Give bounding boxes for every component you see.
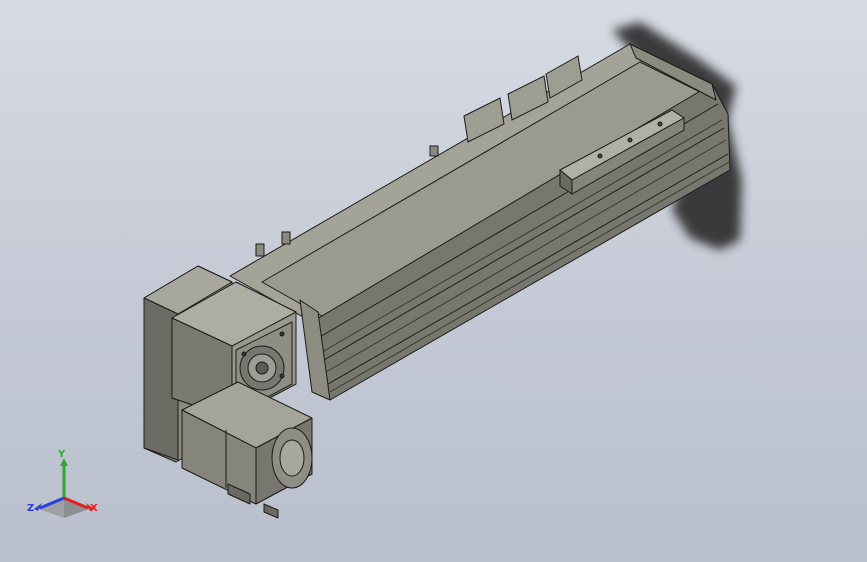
axis-triad[interactable]: Y Z X [24, 448, 104, 528]
x-axis-label: X [90, 503, 98, 514]
triad-arrows [34, 458, 94, 518]
linear-actuator-model[interactable] [0, 0, 867, 562]
z-axis-label: Z [27, 503, 35, 514]
graphics-viewport[interactable]: Y Z X [0, 0, 867, 562]
y-axis-label: Y [58, 449, 66, 460]
actuator-body [229, 43, 731, 401]
servo-motor [181, 381, 313, 519]
